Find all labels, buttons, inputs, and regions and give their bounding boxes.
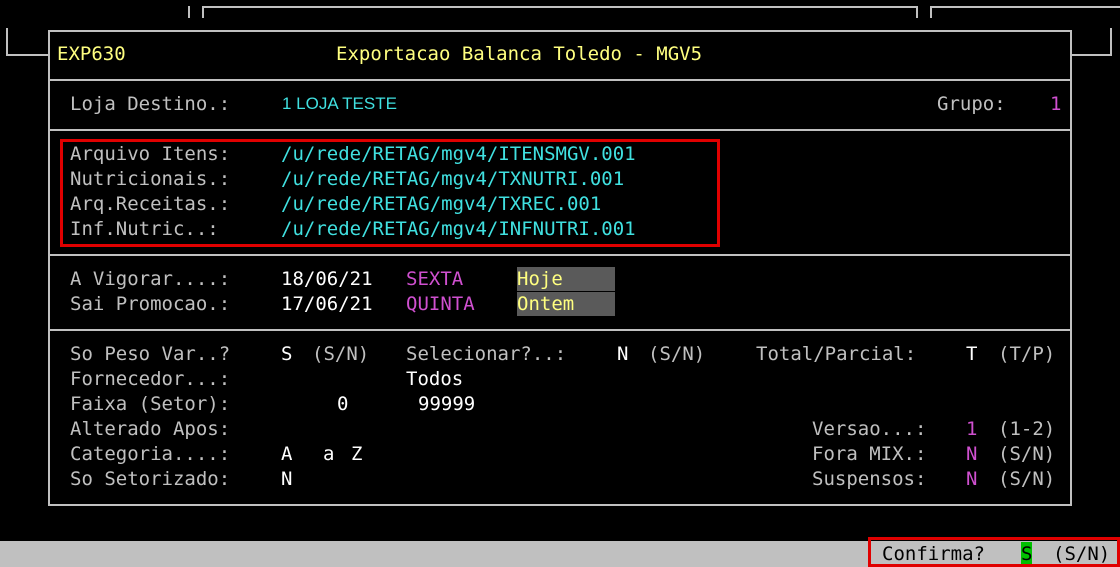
total-partial-value[interactable]: T	[966, 342, 977, 366]
sectorized-label: So Setorizado:	[70, 468, 231, 490]
window-border-top	[48, 30, 1072, 32]
divider-header	[48, 79, 1072, 81]
range-from[interactable]: 0	[337, 392, 348, 416]
supplier-label: Fornecedor...:	[70, 368, 231, 390]
top-frame-right-horizontal	[1070, 54, 1112, 56]
weight-only-hint: (S/N)	[312, 343, 370, 365]
off-mix-value[interactable]: N	[966, 442, 977, 466]
promo-end-relative: Ontem	[517, 292, 615, 316]
top-frame-right-vertical	[1110, 28, 1112, 56]
suspended-label: Suspensos:	[812, 468, 927, 490]
top-frame-tick-4	[930, 6, 932, 18]
total-partial-label: Total/Parcial:	[756, 343, 917, 365]
effective-date[interactable]: 18/06/21	[281, 267, 373, 291]
version-value[interactable]: 1	[966, 417, 977, 441]
weight-only-value[interactable]: S	[281, 342, 292, 366]
group-label: Grupo:	[937, 93, 1006, 115]
files-highlight-box	[60, 139, 720, 247]
divider-dates	[48, 329, 1072, 331]
off-mix-hint: (S/N)	[998, 443, 1056, 465]
changed-after-label: Alterado Apos:	[70, 418, 231, 440]
sectorized-value[interactable]: N	[281, 467, 292, 491]
top-frame-left-horizontal	[6, 54, 50, 56]
top-frame-bar	[202, 6, 918, 8]
supplier-value[interactable]: Todos	[406, 367, 463, 391]
divider-files	[48, 254, 1072, 256]
select-value[interactable]: N	[617, 342, 628, 366]
window-border-right	[1070, 30, 1072, 506]
promo-end-label: Sai Promocao.:	[70, 293, 231, 315]
promo-end-date[interactable]: 17/06/21	[281, 292, 373, 316]
effective-label: A Vigorar....:	[70, 268, 231, 290]
total-partial-hint: (T/P)	[998, 343, 1056, 365]
category-separator: a	[323, 443, 335, 465]
select-hint: (S/N)	[648, 343, 706, 365]
window-border-left	[48, 30, 50, 506]
group-value[interactable]: 1	[1050, 92, 1061, 116]
top-frame-tick-1	[188, 6, 190, 18]
top-frame-left-vertical	[6, 28, 8, 56]
effective-relative: Hoje	[517, 267, 615, 291]
promo-end-weekday: QUINTA	[406, 293, 475, 315]
category-to[interactable]: Z	[351, 442, 362, 466]
window-title: Exportacao Balanca Toledo - MGV5	[336, 43, 703, 65]
range-label: Faixa (Setor):	[70, 393, 231, 415]
store-label: Loja Destino.:	[70, 93, 231, 115]
effective-weekday: SEXTA	[406, 268, 464, 290]
window-border-bottom	[48, 504, 1072, 506]
confirm-highlight-box	[868, 537, 1120, 567]
top-frame-right-bar	[930, 6, 1120, 8]
suspended-hint: (S/N)	[998, 468, 1056, 490]
program-code: EXP630	[57, 43, 126, 65]
divider-store	[48, 129, 1072, 131]
version-label: Versao...:	[812, 418, 927, 440]
weight-only-label: So Peso Var..?	[70, 343, 231, 365]
off-mix-label: Fora MIX.:	[812, 443, 927, 465]
category-from[interactable]: A	[281, 442, 292, 466]
select-label: Selecionar?..:	[406, 343, 567, 365]
top-frame-tick-2	[202, 6, 204, 18]
top-frame-tick-3	[916, 6, 918, 18]
suspended-value[interactable]: N	[966, 467, 977, 491]
category-label: Categoria....:	[70, 443, 231, 465]
version-hint: (1-2)	[998, 418, 1056, 440]
range-to[interactable]: 99999	[418, 392, 475, 416]
store-value[interactable]: 1 LOJA TESTE	[282, 92, 397, 116]
